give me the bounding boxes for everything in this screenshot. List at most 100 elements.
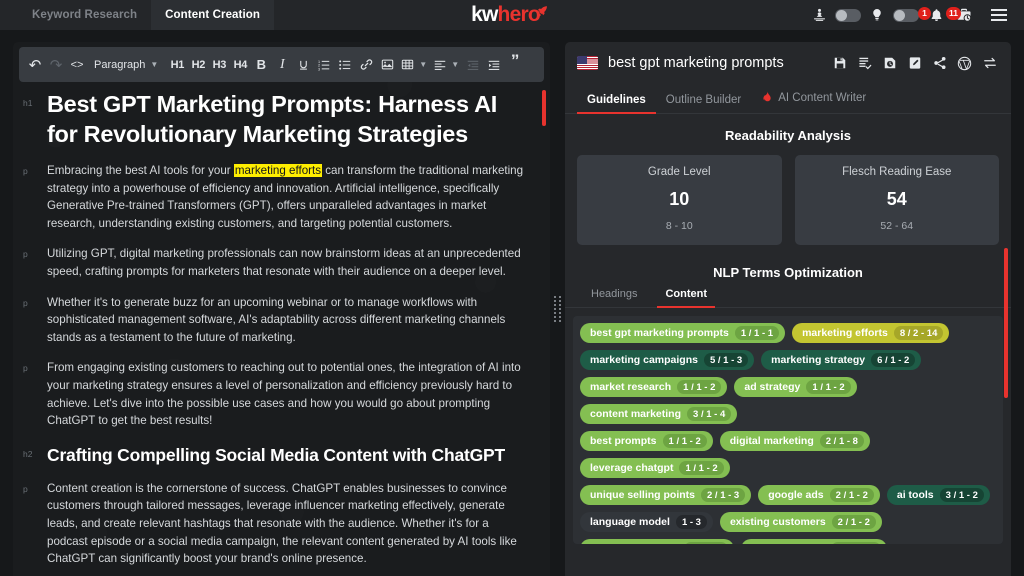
nlp-term-tag[interactable]: digital marketing 2 / 1 - 8	[719, 431, 870, 451]
document-body[interactable]: h1 Best GPT Marketing Prompts: Harness A…	[13, 89, 550, 574]
lightbulb-icon[interactable]	[864, 0, 890, 30]
redo-button[interactable]: ↷	[46, 53, 66, 77]
ordered-list-button[interactable]: 123	[314, 53, 334, 77]
nlp-terms-title: NLP Terms Optimization	[713, 265, 863, 280]
flesch-label: Flesch Reading Ease	[842, 166, 952, 178]
top-bar: Keyword Research Content Creation kw hero…	[0, 0, 1024, 30]
doc-block-h2[interactable]: h2 Crafting Compelling Social Media Cont…	[23, 443, 528, 467]
heading2-button[interactable]: H2	[188, 53, 208, 77]
tasks-briefcase-icon[interactable]: 11	[946, 0, 978, 30]
nlp-term-tag[interactable]: best gpt marketing prompts 1 / 1 - 1	[580, 323, 786, 343]
dark-mode-toggle[interactable]	[835, 8, 861, 22]
nlp-term-count: 5 / 1 - 3	[703, 353, 749, 367]
nlp-term-tag[interactable]: language model 1 - 3	[580, 512, 713, 532]
readability-analysis-title: Readability Analysis	[725, 128, 851, 143]
kwhero-logo[interactable]: kw hero	[471, 2, 553, 27]
nlp-term-label: google ads	[768, 489, 824, 501]
editor-toolbar: ↶ ↷ <> Paragraph ▼ H1 H2 H3 H4 B I 123 ▼	[19, 47, 544, 82]
tab-ai-content-writer[interactable]: AI Content Writer	[751, 90, 876, 113]
editor-scrollbar-thumb[interactable]	[542, 90, 546, 126]
nlp-term-row: language model 1 - 3 existing customers 2 /…	[580, 512, 996, 532]
top-bar-icons: 1 11	[806, 0, 1014, 30]
nlp-term-tag[interactable]: unique selling points 2 / 1 - 3	[580, 485, 752, 505]
nlp-term-label: ai tools	[896, 489, 934, 501]
nlp-term-tag[interactable]: content marketing 3 / 1 - 4	[580, 404, 738, 424]
nlp-term-row: best gpt marketing prompts 1 / 1 - 1 marke…	[580, 323, 996, 343]
nlp-term-tag[interactable]: marketing strategy 6 / 1 - 2	[761, 350, 922, 370]
panel-scrollbar-thumb[interactable]	[1004, 248, 1008, 398]
nlp-term-tag[interactable]: marketing campaigns 5 / 1 - 3	[580, 350, 755, 370]
paragraph-2: Utilizing GPT, digital marketing profess…	[47, 247, 521, 278]
text-align-button[interactable]: ▼	[431, 53, 462, 77]
nlp-term-tag[interactable]: marketing efforts 8 / 2 - 14	[792, 323, 950, 343]
nlp-term-tag[interactable]: ideal customer 1 / 1 - 16	[741, 539, 887, 544]
tab-headings[interactable]: Headings	[577, 288, 651, 307]
nlp-term-tag[interactable]: ai tools 3 / 1 - 2	[886, 485, 990, 505]
nlp-term-row: market research 1 / 1 - 2 ad strategy 1 / 1…	[580, 377, 996, 424]
tasks-count-badge: 11	[946, 7, 961, 20]
toggle-knob	[836, 9, 847, 21]
swap-icon[interactable]	[978, 51, 1001, 75]
block-tag-label: p	[23, 483, 28, 494]
nlp-term-tag[interactable]: best prompts 1 / 1 - 2	[580, 431, 713, 451]
hamburger-menu-icon[interactable]	[984, 0, 1014, 30]
block-format-dropdown[interactable]: Paragraph ▼	[88, 53, 166, 77]
heading3-button[interactable]: H3	[209, 53, 229, 77]
italic-button[interactable]: I	[272, 53, 292, 77]
tab-keyword-research[interactable]: Keyword Research	[18, 0, 151, 30]
doc-block-paragraph[interactable]: p Utilizing GPT, digital marketing profe…	[23, 245, 528, 280]
tab-outline-builder[interactable]: Outline Builder	[656, 94, 751, 113]
nlp-term-tag[interactable]: google ads 2 / 1 - 2	[758, 485, 880, 505]
nlp-terms-list[interactable]: best gpt marketing prompts 1 / 1 - 1 marke…	[573, 316, 1003, 544]
undo-button[interactable]: ↶	[25, 53, 45, 77]
nlp-term-label: marketing strategy	[771, 354, 866, 366]
user-avatar-icon[interactable]	[806, 0, 832, 30]
nlp-term-tag[interactable]: ad strategy 1 / 1 - 2	[734, 377, 857, 397]
doc-block-paragraph[interactable]: p Embracing the best AI tools for your m…	[23, 162, 528, 232]
nlp-term-tag[interactable]: leverage chatgpt 1 / 1 - 2	[580, 458, 730, 478]
tab-content-creation[interactable]: Content Creation	[151, 0, 275, 30]
bold-button[interactable]: B	[251, 53, 271, 77]
nlp-term-tag[interactable]: customer journey 1 / 1 - 2	[580, 539, 735, 544]
tab-guidelines[interactable]: Guidelines	[577, 94, 656, 114]
save-icon[interactable]	[828, 51, 851, 75]
share-icon[interactable]	[928, 51, 951, 75]
content-editor-panel: ↶ ↷ <> Paragraph ▼ H1 H2 H3 H4 B I 123 ▼	[13, 42, 550, 576]
doc-block-paragraph[interactable]: p Whether it's to generate buzz for an u…	[23, 294, 528, 347]
highlighted-phrase: marketing efforts	[233, 164, 323, 177]
underline-button[interactable]	[293, 53, 313, 77]
edit-note-icon[interactable]	[903, 51, 926, 75]
editor-scrollbar[interactable]	[542, 90, 546, 570]
link-button[interactable]	[356, 53, 376, 77]
paragraph-1-pre: Embracing the best AI tools for your	[47, 164, 234, 177]
panel-resize-handle[interactable]	[553, 288, 561, 330]
nlp-term-count: 1 / 1 - 1	[734, 326, 780, 340]
nlp-term-tag[interactable]: market research 1 / 1 - 2	[580, 377, 728, 397]
block-tag-label: p	[23, 363, 28, 374]
nlp-term-tag[interactable]: existing customers 2 / 1 - 2	[719, 512, 882, 532]
logo-kw-text: kw	[471, 3, 498, 26]
doc-block-paragraph[interactable]: p From engaging existing customers to re…	[23, 359, 528, 429]
revision-history-icon[interactable]	[878, 51, 901, 75]
tips-toggle[interactable]	[893, 8, 919, 22]
bullet-list-button[interactable]	[335, 53, 355, 77]
nlp-term-count: 1 / 1 - 2	[679, 461, 724, 475]
nlp-term-count: 1 / 1 - 2	[684, 542, 729, 544]
heading1-button[interactable]: H1	[167, 53, 187, 77]
outdent-button[interactable]	[463, 53, 483, 77]
wordpress-icon[interactable]	[953, 51, 976, 75]
doc-block-paragraph[interactable]: p Content creation is the cornerstone of…	[23, 480, 528, 568]
insert-image-button[interactable]	[377, 53, 397, 77]
heading4-button[interactable]: H4	[230, 53, 250, 77]
flag-canton	[577, 56, 587, 64]
indent-button[interactable]	[484, 53, 504, 77]
grade-level-label: Grade Level	[647, 166, 711, 178]
section-heading: Crafting Compelling Social Media Content…	[47, 444, 506, 465]
code-view-button[interactable]: <>	[67, 53, 87, 77]
blockquote-button[interactable]: ”	[505, 52, 525, 77]
insert-table-button[interactable]: ▼	[398, 53, 430, 77]
doc-block-h1[interactable]: h1 Best GPT Marketing Prompts: Harness A…	[23, 89, 528, 149]
nlp-tabs: Headings Content	[565, 280, 1011, 308]
document-check-icon[interactable]	[853, 51, 876, 75]
tab-content[interactable]: Content	[651, 288, 721, 308]
